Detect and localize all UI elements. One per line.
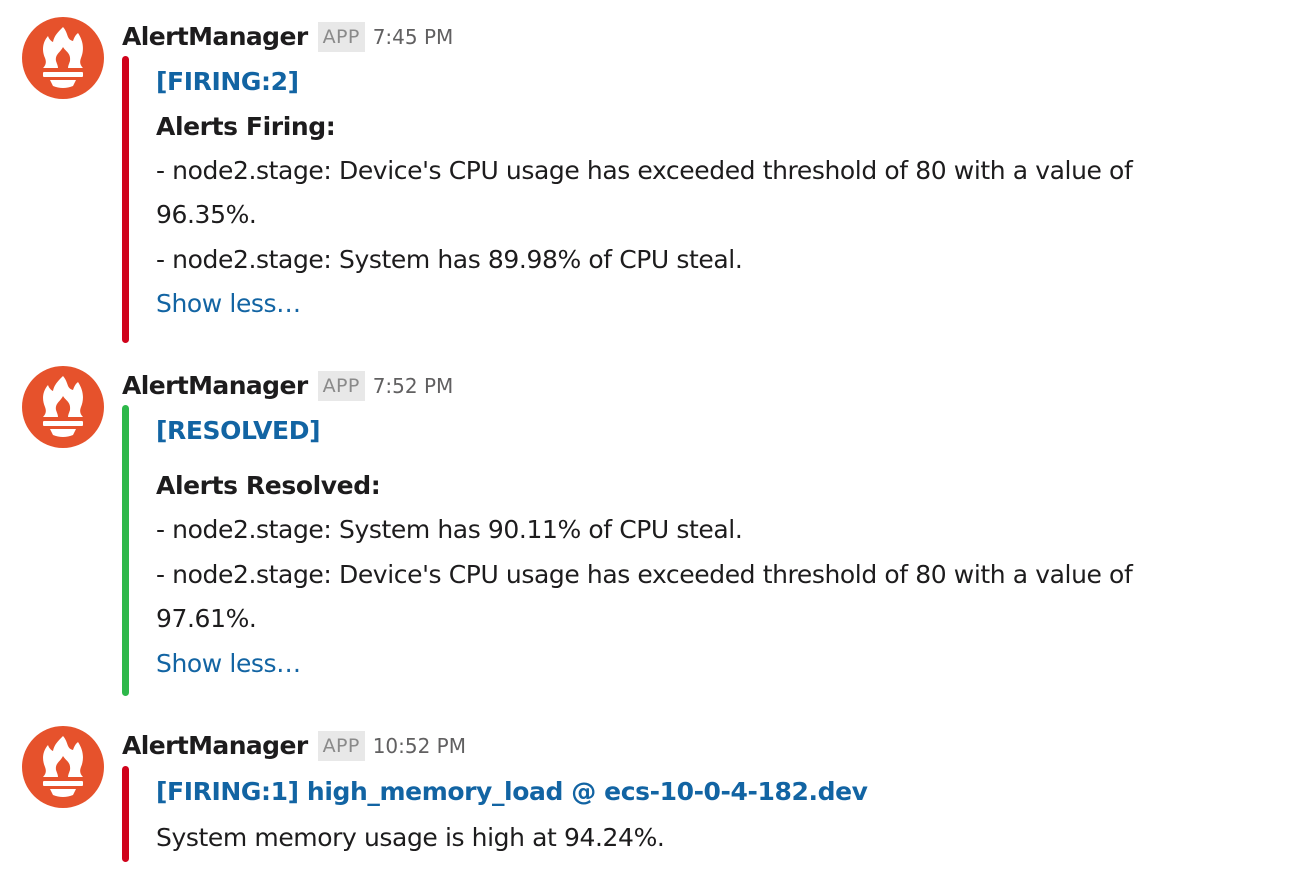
avatar[interactable] <box>22 726 104 808</box>
attachment-status-bar-firing <box>122 56 129 343</box>
app-badge: APP <box>317 371 365 401</box>
timestamp[interactable]: 7:52 PM <box>373 374 454 398</box>
alert-heading: Alerts Resolved: <box>156 471 381 500</box>
alert-line: 96.35%. <box>156 200 257 229</box>
alert-line: System memory usage is high at 94.24%. <box>156 823 665 852</box>
message-header: AlertManager APP 10:52 PM <box>122 726 466 766</box>
alert-title-link[interactable]: [FIRING:1] high_memory_load @ ecs-10-0-4… <box>156 772 868 812</box>
timestamp[interactable]: 10:52 PM <box>373 734 466 758</box>
alert-line: - node2.stage: System has 89.98% of CPU … <box>156 245 743 274</box>
alert-line: - node2.stage: Device's CPU usage has ex… <box>156 156 1133 185</box>
message-header: AlertManager APP 7:52 PM <box>122 366 453 406</box>
alert-line: - node2.stage: Device's CPU usage has ex… <box>156 560 1133 589</box>
sender-name[interactable]: AlertManager <box>122 731 308 760</box>
timestamp[interactable]: 7:45 PM <box>373 25 454 49</box>
avatar[interactable] <box>22 17 104 99</box>
show-less-link[interactable]: Show less… <box>156 284 301 324</box>
prometheus-torch-icon <box>43 376 83 437</box>
app-badge: APP <box>317 731 365 761</box>
sender-name[interactable]: AlertManager <box>122 22 308 51</box>
show-less-link[interactable]: Show less… <box>156 644 301 684</box>
message-header: AlertManager APP 7:45 PM <box>122 17 453 57</box>
alert-heading: Alerts Firing: <box>156 112 336 141</box>
alert-line: 97.61%. <box>156 604 257 633</box>
attachment-status-bar-firing <box>122 766 129 862</box>
attachment-status-bar-resolved <box>122 405 129 696</box>
alert-title-link[interactable]: [FIRING:2] <box>156 62 299 102</box>
prometheus-torch-icon <box>43 27 83 88</box>
prometheus-torch-icon <box>43 736 83 797</box>
sender-name[interactable]: AlertManager <box>122 371 308 400</box>
app-badge: APP <box>317 22 365 52</box>
alert-line: - node2.stage: System has 90.11% of CPU … <box>156 515 743 544</box>
alert-title-link[interactable]: [RESOLVED] <box>156 411 321 451</box>
avatar[interactable] <box>22 366 104 448</box>
